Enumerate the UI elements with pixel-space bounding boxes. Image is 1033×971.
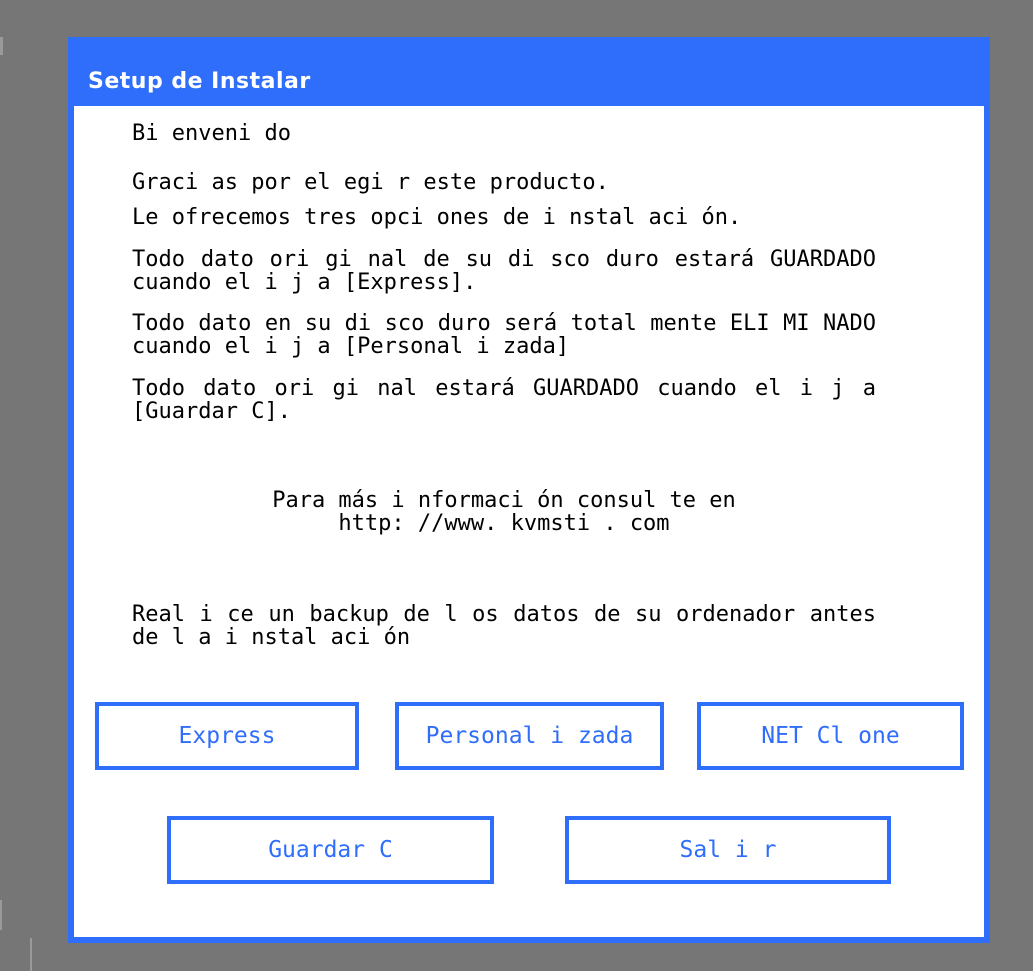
left-edge-tick <box>0 37 3 55</box>
backup-warning-text: Real i ce un backup de l os datos de su … <box>132 602 876 650</box>
thanks-text: Graci as por el egi r este producto. <box>132 170 609 195</box>
title-bar: Setup de Instalar <box>68 37 990 106</box>
setup-dialog: Setup de Instalar Bi enveni do Graci as … <box>68 37 990 943</box>
more-info-line-1: Para más i nformaci ón consul te en <box>272 488 736 513</box>
express-info-text: Todo dato ori gi nal de su di sco duro e… <box>132 247 876 295</box>
save-c-button[interactable]: Guardar C <box>167 816 494 884</box>
custom-info-text: Todo dato en su di sco duro será total m… <box>132 311 876 359</box>
website-link: http: //www. kvmsti . com <box>338 511 670 536</box>
exit-button[interactable]: Sal i r <box>565 816 891 884</box>
options-intro-text: Le ofrecemos tres opci ones de i nstal a… <box>132 205 742 230</box>
window-title: Setup de Instalar <box>88 69 311 94</box>
save-info-text: Todo dato ori gi nal estará GUARDADO cua… <box>132 376 876 424</box>
welcome-text: Bi enveni do <box>132 121 291 146</box>
bottom-edge-tick <box>30 938 32 971</box>
express-button[interactable]: Express <box>95 702 359 770</box>
custom-button[interactable]: Personal i zada <box>395 702 664 770</box>
net-clone-button[interactable]: NET Cl one <box>697 702 964 770</box>
left-edge-tick <box>0 900 2 930</box>
